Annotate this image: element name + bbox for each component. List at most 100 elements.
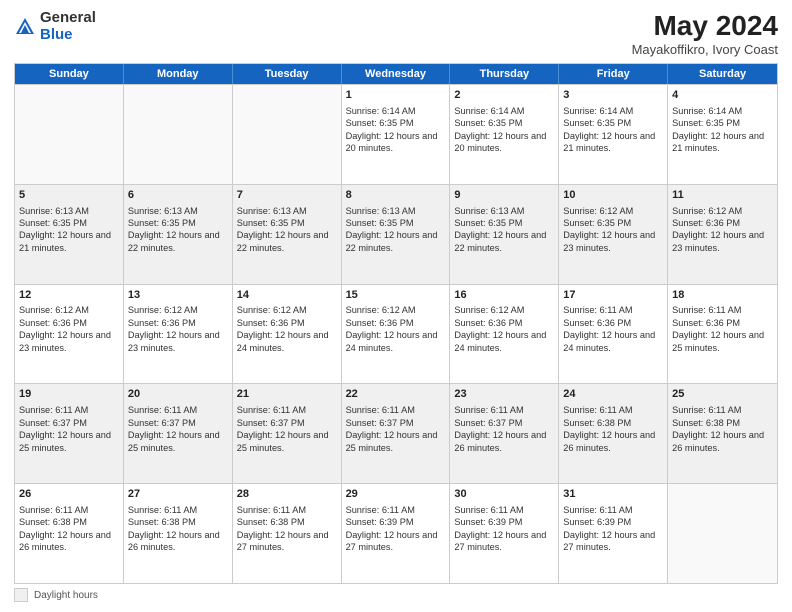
day-number-30: 30 xyxy=(454,487,554,502)
day-number-26: 26 xyxy=(19,487,119,502)
footer-label: Daylight hours xyxy=(34,590,98,601)
day-cell-2: 2Sunrise: 6:14 AM Sunset: 6:35 PM Daylig… xyxy=(450,85,559,184)
day-cell-31: 31 Sunrise: 6:11 AM Sunset: 6:39 PM Dayli… xyxy=(559,484,668,583)
day-info-12: Sunrise: 6:12 AM Sunset: 6:36 PM Dayligh… xyxy=(19,305,111,352)
day-info-9: Sunrise: 6:13 AM Sunset: 6:35 PM Dayligh… xyxy=(454,206,546,253)
day-number-15: 15 xyxy=(346,288,446,303)
day-info-22: Sunrise: 6:11 AM Sunset: 6:37 PM Dayligh… xyxy=(346,405,438,452)
day-info-31: Sunrise: 6:11 AM Sunset: 6:39 PM Dayligh… xyxy=(563,505,655,552)
day-cell-9: 9 Sunrise: 6:13 AM Sunset: 6:35 PM Daylig… xyxy=(450,185,559,284)
day-number-12: 12 xyxy=(19,288,119,303)
day-info-30: Sunrise: 6:11 AM Sunset: 6:39 PM Dayligh… xyxy=(454,505,546,552)
logo-text: General Blue xyxy=(40,10,96,43)
day-info-2: Sunrise: 6:14 AM Sunset: 6:35 PM Dayligh… xyxy=(454,106,546,153)
day-number-11: 11 xyxy=(672,188,773,203)
day-cell-21: 21 Sunrise: 6:11 AM Sunset: 6:37 PM Dayli… xyxy=(233,384,342,483)
day-number-9: 9 xyxy=(454,188,554,203)
day-info-3: Sunrise: 6:14 AM Sunset: 6:35 PM Dayligh… xyxy=(563,106,655,153)
day-number-28: 28 xyxy=(237,487,337,502)
day-number-25: 25 xyxy=(672,387,773,402)
calendar-body: 1Sunrise: 6:14 AM Sunset: 6:35 PM Daylig… xyxy=(15,84,777,583)
day-info-4: Sunrise: 6:14 AM Sunset: 6:35 PM Dayligh… xyxy=(672,106,764,153)
day-cell-14: 14 Sunrise: 6:12 AM Sunset: 6:36 PM Dayli… xyxy=(233,285,342,384)
col-header-saturday: Saturday xyxy=(668,64,777,84)
day-cell-19: 19 Sunrise: 6:11 AM Sunset: 6:37 PM Dayli… xyxy=(15,384,124,483)
day-number-29: 29 xyxy=(346,487,446,502)
calendar-header-row: SundayMondayTuesdayWednesdayThursdayFrid… xyxy=(15,64,777,84)
day-cell-18: 18 Sunrise: 6:11 AM Sunset: 6:36 PM Dayli… xyxy=(668,285,777,384)
header: General Blue May 2024 Mayakoffikro, Ivor… xyxy=(14,10,778,57)
day-info-6: Sunrise: 6:13 AM Sunset: 6:35 PM Dayligh… xyxy=(128,206,220,253)
day-cell-29: 29Sunrise: 6:11 AM Sunset: 6:39 PM Dayli… xyxy=(342,484,451,583)
week-row-4: 19 Sunrise: 6:11 AM Sunset: 6:37 PM Dayli… xyxy=(15,383,777,483)
day-info-20: Sunrise: 6:11 AM Sunset: 6:37 PM Dayligh… xyxy=(128,405,220,452)
day-cell-24: 24 Sunrise: 6:11 AM Sunset: 6:38 PM Dayli… xyxy=(559,384,668,483)
day-info-15: Sunrise: 6:12 AM Sunset: 6:36 PM Dayligh… xyxy=(346,305,438,352)
day-number-27: 27 xyxy=(128,487,228,502)
day-info-16: Sunrise: 6:12 AM Sunset: 6:36 PM Dayligh… xyxy=(454,305,546,352)
calendar: SundayMondayTuesdayWednesdayThursdayFrid… xyxy=(14,63,778,584)
day-cell-23: 23Sunrise: 6:11 AM Sunset: 6:37 PM Dayli… xyxy=(450,384,559,483)
daylight-box xyxy=(14,588,28,602)
week-row-3: 12 Sunrise: 6:12 AM Sunset: 6:36 PM Dayli… xyxy=(15,284,777,384)
day-info-11: Sunrise: 6:12 AM Sunset: 6:36 PM Dayligh… xyxy=(672,206,764,253)
empty-cell-w0c1 xyxy=(124,85,233,184)
day-cell-22: 22 Sunrise: 6:11 AM Sunset: 6:37 PM Dayli… xyxy=(342,384,451,483)
day-cell-16: 16 Sunrise: 6:12 AM Sunset: 6:36 PM Dayli… xyxy=(450,285,559,384)
day-number-24: 24 xyxy=(563,387,663,402)
day-number-19: 19 xyxy=(19,387,119,402)
day-cell-6: 6Sunrise: 6:13 AM Sunset: 6:35 PM Daylig… xyxy=(124,185,233,284)
page: General Blue May 2024 Mayakoffikro, Ivor… xyxy=(0,0,792,612)
col-header-tuesday: Tuesday xyxy=(233,64,342,84)
day-number-18: 18 xyxy=(672,288,773,303)
day-info-8: Sunrise: 6:13 AM Sunset: 6:35 PM Dayligh… xyxy=(346,206,438,253)
day-number-22: 22 xyxy=(346,387,446,402)
empty-cell-w4c6 xyxy=(668,484,777,583)
day-number-17: 17 xyxy=(563,288,663,303)
day-cell-30: 30 Sunrise: 6:11 AM Sunset: 6:39 PM Dayli… xyxy=(450,484,559,583)
logo-blue-text: Blue xyxy=(40,27,96,44)
day-number-20: 20 xyxy=(128,387,228,402)
col-header-wednesday: Wednesday xyxy=(342,64,451,84)
day-info-14: Sunrise: 6:12 AM Sunset: 6:36 PM Dayligh… xyxy=(237,305,329,352)
col-header-monday: Monday xyxy=(124,64,233,84)
day-number-7: 7 xyxy=(237,188,337,203)
day-cell-8: 8 Sunrise: 6:13 AM Sunset: 6:35 PM Daylig… xyxy=(342,185,451,284)
day-cell-17: 17Sunrise: 6:11 AM Sunset: 6:36 PM Dayli… xyxy=(559,285,668,384)
day-info-21: Sunrise: 6:11 AM Sunset: 6:37 PM Dayligh… xyxy=(237,405,329,452)
day-number-16: 16 xyxy=(454,288,554,303)
day-number-8: 8 xyxy=(346,188,446,203)
day-number-5: 5 xyxy=(19,188,119,203)
col-header-thursday: Thursday xyxy=(450,64,559,84)
day-cell-20: 20 Sunrise: 6:11 AM Sunset: 6:37 PM Dayli… xyxy=(124,384,233,483)
day-number-10: 10 xyxy=(563,188,663,203)
day-info-19: Sunrise: 6:11 AM Sunset: 6:37 PM Dayligh… xyxy=(19,405,111,452)
day-info-7: Sunrise: 6:13 AM Sunset: 6:35 PM Dayligh… xyxy=(237,206,329,253)
day-info-24: Sunrise: 6:11 AM Sunset: 6:38 PM Dayligh… xyxy=(563,405,655,452)
day-info-28: Sunrise: 6:11 AM Sunset: 6:38 PM Dayligh… xyxy=(237,505,329,552)
day-cell-11: 11 Sunrise: 6:12 AM Sunset: 6:36 PM Dayli… xyxy=(668,185,777,284)
day-cell-5: 5Sunrise: 6:13 AM Sunset: 6:35 PM Daylig… xyxy=(15,185,124,284)
day-cell-15: 15 Sunrise: 6:12 AM Sunset: 6:36 PM Dayli… xyxy=(342,285,451,384)
day-number-31: 31 xyxy=(563,487,663,502)
location: Mayakoffikro, Ivory Coast xyxy=(632,42,778,57)
day-number-13: 13 xyxy=(128,288,228,303)
day-number-21: 21 xyxy=(237,387,337,402)
day-info-18: Sunrise: 6:11 AM Sunset: 6:36 PM Dayligh… xyxy=(672,305,764,352)
day-cell-7: 7 Sunrise: 6:13 AM Sunset: 6:35 PM Daylig… xyxy=(233,185,342,284)
day-cell-25: 25Sunrise: 6:11 AM Sunset: 6:38 PM Dayli… xyxy=(668,384,777,483)
day-number-23: 23 xyxy=(454,387,554,402)
empty-cell-w0c2 xyxy=(233,85,342,184)
day-info-1: Sunrise: 6:14 AM Sunset: 6:35 PM Dayligh… xyxy=(346,106,438,153)
day-cell-26: 26Sunrise: 6:11 AM Sunset: 6:38 PM Dayli… xyxy=(15,484,124,583)
logo: General Blue xyxy=(14,10,96,43)
col-header-sunday: Sunday xyxy=(15,64,124,84)
day-cell-4: 4Sunrise: 6:14 AM Sunset: 6:35 PM Daylig… xyxy=(668,85,777,184)
footer: Daylight hours xyxy=(14,588,778,602)
day-number-14: 14 xyxy=(237,288,337,303)
day-info-27: Sunrise: 6:11 AM Sunset: 6:38 PM Dayligh… xyxy=(128,505,220,552)
day-info-10: Sunrise: 6:12 AM Sunset: 6:35 PM Dayligh… xyxy=(563,206,655,253)
day-cell-10: 10 Sunrise: 6:12 AM Sunset: 6:35 PM Dayli… xyxy=(559,185,668,284)
day-cell-1: 1Sunrise: 6:14 AM Sunset: 6:35 PM Daylig… xyxy=(342,85,451,184)
day-cell-27: 27 Sunrise: 6:11 AM Sunset: 6:38 PM Dayli… xyxy=(124,484,233,583)
